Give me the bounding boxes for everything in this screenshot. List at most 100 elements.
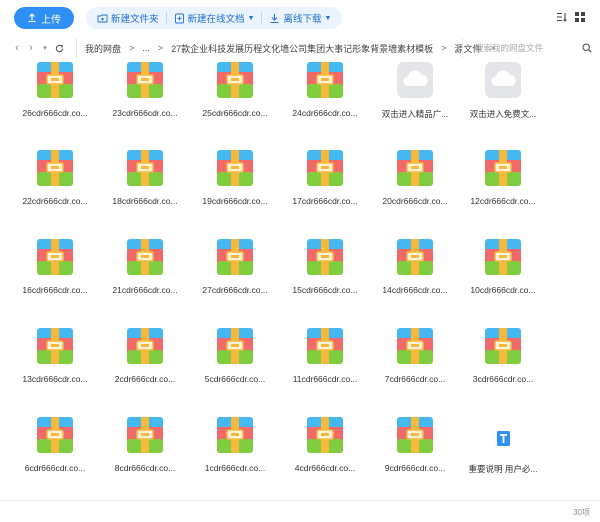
file-item[interactable]: 24cdr666cdr.co... — [280, 62, 370, 118]
refresh-icon[interactable] — [52, 42, 66, 54]
breadcrumb-item[interactable]: 我的网盘 — [85, 42, 121, 55]
archive-icon — [217, 150, 253, 186]
file-name: 20cdr666cdr.co... — [382, 196, 448, 206]
file-item[interactable]: 10cdr666cdr.co... — [458, 239, 548, 295]
file-item[interactable]: 26cdr666cdr.co... — [10, 62, 100, 118]
breadcrumb-separator: > — [157, 43, 164, 53]
file-item[interactable]: 15cdr666cdr.co... — [280, 239, 370, 295]
file-item[interactable]: 27cdr666cdr.co... — [190, 239, 280, 295]
file-name: 14cdr666cdr.co... — [382, 285, 448, 295]
file-name: 10cdr666cdr.co... — [470, 285, 536, 295]
file-name: 7cdr666cdr.co... — [384, 374, 446, 384]
archive-icon — [127, 328, 163, 364]
archive-icon — [397, 150, 433, 186]
file-name: 12cdr666cdr.co... — [470, 196, 536, 206]
file-name: 18cdr666cdr.co... — [112, 196, 178, 206]
file-name: 21cdr666cdr.co... — [112, 285, 178, 295]
forward-icon[interactable]: › — [24, 42, 38, 54]
file-name: 6cdr666cdr.co... — [24, 463, 86, 473]
file-name: 27cdr666cdr.co... — [202, 285, 268, 295]
new-folder-label: 新建文件夹 — [111, 14, 159, 25]
archive-icon — [217, 62, 253, 98]
archive-icon — [307, 417, 343, 453]
file-item[interactable]: 11cdr666cdr.co... — [280, 328, 370, 384]
file-name: 23cdr666cdr.co... — [112, 108, 178, 118]
file-item[interactable]: 8cdr666cdr.co... — [100, 417, 190, 473]
file-name: 3cdr666cdr.co... — [472, 374, 534, 384]
file-item[interactable]: 双击进入精品广... — [370, 62, 460, 120]
archive-icon — [217, 328, 253, 364]
file-item[interactable]: 7cdr666cdr.co... — [370, 328, 460, 384]
file-item[interactable]: 6cdr666cdr.co... — [10, 417, 100, 473]
file-item[interactable]: 4cdr666cdr.co... — [280, 417, 370, 473]
upload-label: 上传 — [41, 14, 61, 26]
file-name: 双击进入免费文... — [469, 109, 537, 119]
file-item[interactable]: 14cdr666cdr.co... — [370, 239, 460, 295]
file-item[interactable]: 双击进入免费文... — [458, 62, 548, 120]
file-item[interactable]: 2cdr666cdr.co... — [100, 328, 190, 384]
archive-icon — [485, 328, 521, 364]
doc-icon — [485, 417, 521, 453]
history-dropdown-icon[interactable]: ▾ — [38, 44, 52, 52]
offline-download-label: 离线下载 — [283, 14, 322, 25]
archive-icon — [127, 150, 163, 186]
archive-icon — [127, 417, 163, 453]
new-doc-label: 新建在线文档 — [187, 14, 245, 25]
new-doc-button[interactable]: 新建在线文档 ▼ — [167, 7, 262, 29]
search-icon[interactable] — [582, 43, 592, 53]
archive-icon — [127, 62, 163, 98]
file-item[interactable]: 12cdr666cdr.co... — [458, 150, 548, 206]
search-placeholder: 搜索我的网盘文件 — [475, 43, 544, 53]
sort-list-icon[interactable] — [556, 11, 568, 23]
file-item[interactable]: 21cdr666cdr.co... — [100, 239, 190, 295]
archive-icon — [37, 239, 73, 275]
file-item[interactable]: 9cdr666cdr.co... — [370, 417, 460, 473]
file-name: 9cdr666cdr.co... — [384, 463, 446, 473]
file-name: 1cdr666cdr.co... — [204, 463, 266, 473]
search-input[interactable]: 搜索我的网盘文件 — [462, 38, 600, 58]
file-item[interactable]: 16cdr666cdr.co... — [10, 239, 100, 295]
archive-icon — [37, 62, 73, 98]
file-item[interactable]: 20cdr666cdr.co... — [370, 150, 460, 206]
file-name: 13cdr666cdr.co... — [22, 374, 88, 384]
file-name: 22cdr666cdr.co... — [22, 196, 88, 206]
back-icon[interactable]: ‹ — [10, 42, 24, 54]
toolbar: 上传 新建文件夹 新建在线文档 ▼ 离线下载 ▼ — [0, 0, 600, 36]
file-item[interactable]: 18cdr666cdr.co... — [100, 150, 190, 206]
archive-icon — [307, 62, 343, 98]
file-item[interactable]: 19cdr666cdr.co... — [190, 150, 280, 206]
breadcrumb-item[interactable]: ... — [142, 43, 150, 53]
toolbar-actions: 新建文件夹 新建在线文档 ▼ 离线下载 ▼ — [86, 7, 343, 29]
file-name: 25cdr666cdr.co... — [202, 108, 268, 118]
file-name: 15cdr666cdr.co... — [292, 285, 358, 295]
file-name: 重要说明 用户必... — [468, 464, 538, 474]
file-name: 24cdr666cdr.co... — [292, 108, 358, 118]
file-item[interactable]: 5cdr666cdr.co... — [190, 328, 280, 384]
file-name: 双击进入精品广... — [381, 109, 449, 119]
doc-plus-icon — [174, 13, 184, 23]
archive-icon — [217, 239, 253, 275]
file-item[interactable]: 25cdr666cdr.co... — [190, 62, 280, 118]
upload-button[interactable]: 上传 — [14, 7, 74, 29]
file-item[interactable]: 23cdr666cdr.co... — [100, 62, 190, 118]
file-item[interactable]: 1cdr666cdr.co... — [190, 417, 280, 473]
archive-icon — [397, 239, 433, 275]
file-item[interactable]: 17cdr666cdr.co... — [280, 150, 370, 206]
new-folder-button[interactable]: 新建文件夹 — [90, 7, 166, 29]
grid-view-icon[interactable] — [574, 11, 586, 23]
offline-download-button[interactable]: 离线下载 ▼ — [262, 7, 338, 29]
breadcrumb-item[interactable]: 27款企业科技发展历程文化墙公司集团大事记形象背景墙素材模板 — [171, 42, 433, 55]
status-bar: 30项 — [0, 500, 600, 522]
file-name: 16cdr666cdr.co... — [22, 285, 88, 295]
breadcrumb-separator: > — [129, 43, 135, 53]
file-item[interactable]: 13cdr666cdr.co... — [10, 328, 100, 384]
file-item[interactable]: 重要说明 用户必... — [458, 417, 548, 475]
file-name: 4cdr666cdr.co... — [294, 463, 356, 473]
cloud-icon — [485, 62, 521, 98]
archive-icon — [217, 417, 253, 453]
breadcrumb: 我的网盘 > ... > 27款企业科技发展历程文化墙公司集团大事记形象背景墙素… — [76, 38, 503, 58]
folder-plus-icon — [97, 14, 108, 22]
file-name: 2cdr666cdr.co... — [114, 374, 176, 384]
file-item[interactable]: 3cdr666cdr.co... — [458, 328, 548, 384]
file-item[interactable]: 22cdr666cdr.co... — [10, 150, 100, 206]
